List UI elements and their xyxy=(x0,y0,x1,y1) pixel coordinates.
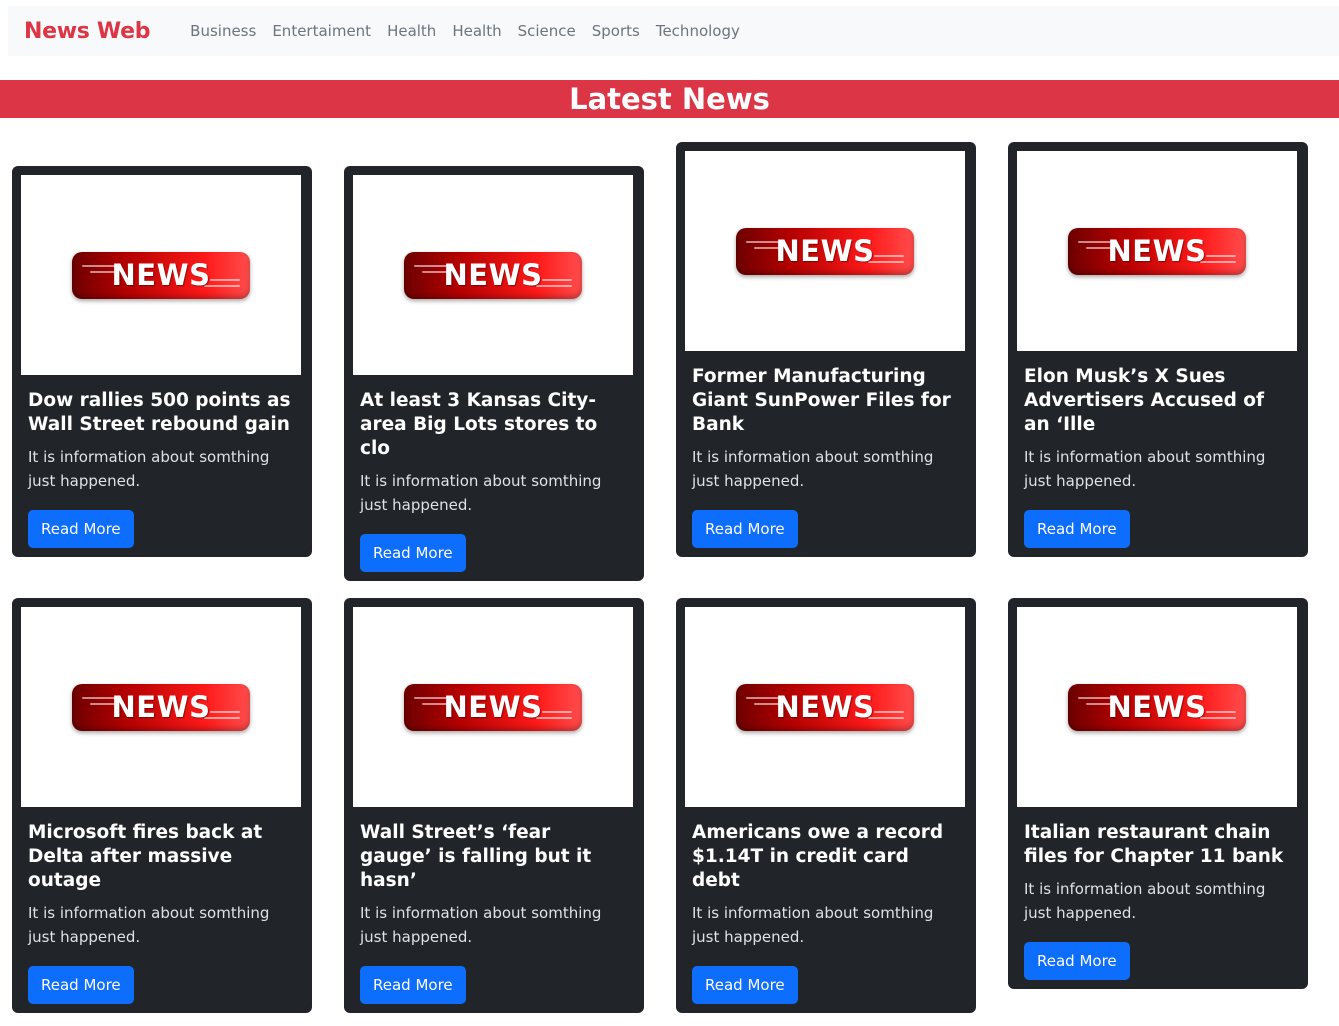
nav-links: Business Entertaiment Health Health Scie… xyxy=(190,22,756,40)
news-card-title: Italian restaurant chain files for Chapt… xyxy=(1024,822,1284,867)
news-card-body: Italian restaurant chain files for Chapt… xyxy=(1017,807,1299,980)
news-card-text: It is information about somthing just ha… xyxy=(28,904,270,946)
news-card-5: NEWS Microsoft fires back at Delta after… xyxy=(12,598,312,1013)
news-card-image: NEWS xyxy=(685,151,965,351)
latest-news-banner: Latest News xyxy=(0,80,1339,118)
news-card-image: NEWS xyxy=(21,607,301,807)
news-logo-text: NEWS xyxy=(443,258,543,292)
news-card-body: Americans owe a record $1.14T in credit … xyxy=(685,807,967,1004)
news-card-text: It is information about somthing just ha… xyxy=(692,904,934,946)
news-card-text: It is information about somthing just ha… xyxy=(360,472,602,514)
news-card-text: It is information about somthing just ha… xyxy=(1024,880,1266,922)
read-more-button[interactable]: Read More xyxy=(1024,942,1130,980)
nav-link-business[interactable]: Business xyxy=(190,22,256,40)
news-logo-icon: NEWS xyxy=(1068,227,1246,275)
page-title: Latest News xyxy=(569,82,770,116)
news-logo-icon: NEWS xyxy=(72,683,250,731)
brand-logo[interactable]: News Web xyxy=(24,19,150,44)
news-logo-icon: NEWS xyxy=(736,683,914,731)
news-card-body: Dow rallies 500 points as Wall Street re… xyxy=(21,375,303,548)
news-card-image: NEWS xyxy=(1017,151,1297,351)
news-card-image: NEWS xyxy=(353,175,633,375)
news-card-6: NEWS Wall Street’s ‘fear gauge’ is falli… xyxy=(344,598,644,1013)
news-card-text: It is information about somthing just ha… xyxy=(1024,448,1266,490)
news-card-title: Elon Musk’s X Sues Advertisers Accused o… xyxy=(1024,366,1265,435)
news-card-body: Microsoft fires back at Delta after mass… xyxy=(21,807,303,1004)
news-card-text: It is information about somthing just ha… xyxy=(28,448,270,490)
nav-link-science[interactable]: Science xyxy=(518,22,576,40)
navbar: News Web Business Entertaiment Health He… xyxy=(8,6,1339,56)
news-card-image: NEWS xyxy=(353,607,633,807)
news-logo-text: NEWS xyxy=(775,690,875,724)
news-card-title: Microsoft fires back at Delta after mass… xyxy=(28,822,263,891)
news-card-title: Americans owe a record $1.14T in credit … xyxy=(692,822,944,891)
nav-link-technology[interactable]: Technology xyxy=(656,22,740,40)
news-logo-icon: NEWS xyxy=(1068,683,1246,731)
nav-link-entertainment[interactable]: Entertaiment xyxy=(272,22,371,40)
read-more-button[interactable]: Read More xyxy=(360,966,466,1004)
nav-link-health[interactable]: Health xyxy=(387,22,436,40)
read-more-button[interactable]: Read More xyxy=(692,966,798,1004)
news-card-body: At least 3 Kansas City-area Big Lots sto… xyxy=(353,375,635,572)
news-logo-icon: NEWS xyxy=(404,251,582,299)
read-more-button[interactable]: Read More xyxy=(28,966,134,1004)
news-card-body: Former Manufacturing Giant SunPower File… xyxy=(685,351,967,548)
news-logo-text: NEWS xyxy=(775,234,875,268)
read-more-button[interactable]: Read More xyxy=(1024,510,1130,548)
news-card-text: It is information about somthing just ha… xyxy=(360,904,602,946)
news-card-text: It is information about somthing just ha… xyxy=(692,448,934,490)
nav-link-sports[interactable]: Sports xyxy=(592,22,640,40)
news-logo-text: NEWS xyxy=(1107,690,1207,724)
read-more-button[interactable]: Read More xyxy=(692,510,798,548)
news-card-2: NEWS At least 3 Kansas City-area Big Lot… xyxy=(344,166,644,581)
news-card-image: NEWS xyxy=(21,175,301,375)
news-logo-text: NEWS xyxy=(111,690,211,724)
news-logo-icon: NEWS xyxy=(404,683,582,731)
news-card-8: NEWS Italian restaurant chain files for … xyxy=(1008,598,1308,989)
news-card-3: NEWS Former Manufacturing Giant SunPower… xyxy=(676,142,976,557)
news-logo-text: NEWS xyxy=(443,690,543,724)
news-card-image: NEWS xyxy=(685,607,965,807)
news-card-body: Elon Musk’s X Sues Advertisers Accused o… xyxy=(1017,351,1299,548)
news-card-title: Wall Street’s ‘fear gauge’ is falling bu… xyxy=(360,822,592,891)
news-card-7: NEWS Americans owe a record $1.14T in cr… xyxy=(676,598,976,1013)
news-logo-icon: NEWS xyxy=(72,251,250,299)
news-card-4: NEWS Elon Musk’s X Sues Advertisers Accu… xyxy=(1008,142,1308,557)
read-more-button[interactable]: Read More xyxy=(28,510,134,548)
news-logo-text: NEWS xyxy=(1107,234,1207,268)
news-card-body: Wall Street’s ‘fear gauge’ is falling bu… xyxy=(353,807,635,1004)
nav-link-health-2[interactable]: Health xyxy=(452,22,501,40)
news-card-1: NEWS Dow rallies 500 points as Wall Stre… xyxy=(12,166,312,557)
news-card-title: Former Manufacturing Giant SunPower File… xyxy=(692,366,951,435)
read-more-button[interactable]: Read More xyxy=(360,534,466,572)
news-card-title: At least 3 Kansas City-area Big Lots sto… xyxy=(360,390,598,459)
news-logo-icon: NEWS xyxy=(736,227,914,275)
news-card-title: Dow rallies 500 points as Wall Street re… xyxy=(28,390,291,435)
news-logo-text: NEWS xyxy=(111,258,211,292)
news-card-image: NEWS xyxy=(1017,607,1297,807)
